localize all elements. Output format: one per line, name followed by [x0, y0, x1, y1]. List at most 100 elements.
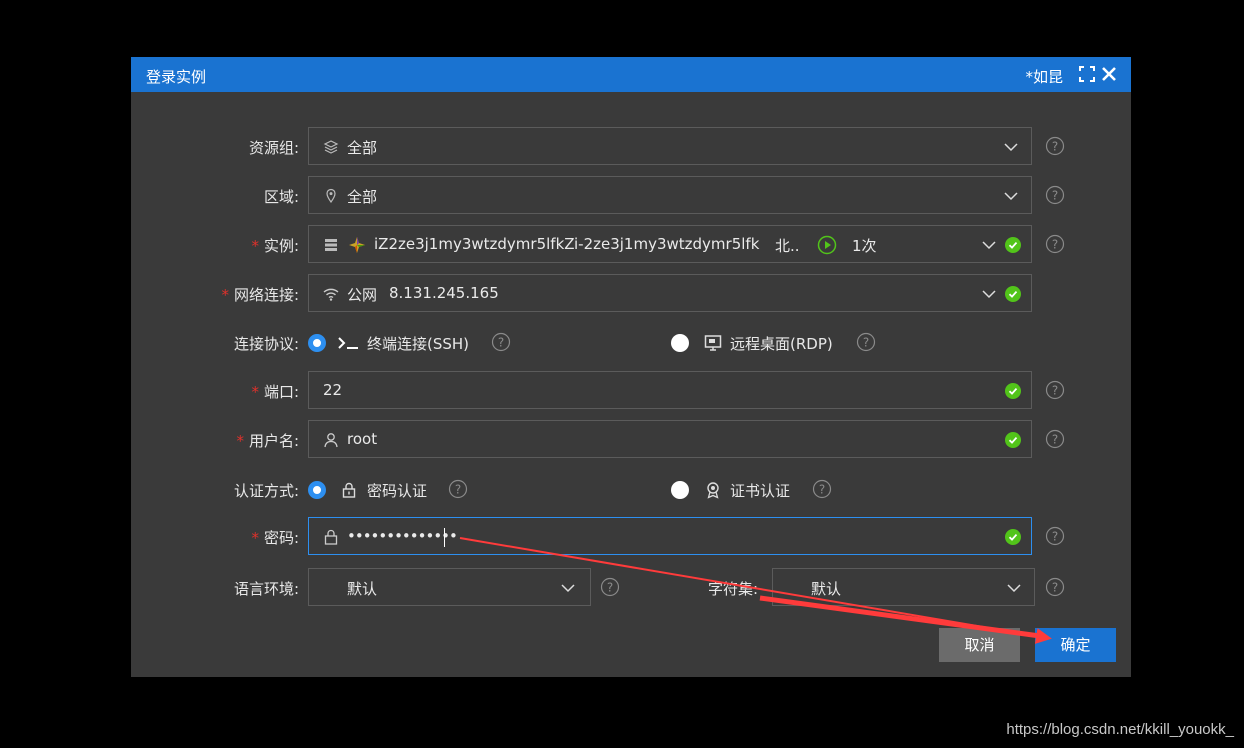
password-input[interactable]: ••••••••••••••: [308, 517, 1032, 555]
help-icon[interactable]: ?: [1045, 380, 1065, 400]
wifi-icon: [323, 288, 339, 301]
help-icon[interactable]: ?: [1045, 526, 1065, 546]
svg-text:?: ?: [1052, 238, 1058, 252]
location-pin-icon: [326, 188, 336, 204]
svg-text:?: ?: [455, 483, 461, 497]
fullscreen-icon[interactable]: [1077, 64, 1097, 84]
network-ip: 8.131.245.165: [389, 284, 499, 302]
port-value: 22: [323, 381, 343, 399]
login-instance-dialog: 登录实例 *如昆 资源组: 全部 ? 区域: 全部 ? * 实例: iZ2ze3…: [131, 57, 1131, 677]
charset-label: 字符集:: [708, 580, 759, 598]
instance-region: 北..: [775, 237, 800, 255]
required-mark: *: [251, 237, 259, 255]
dialog-title: 登录实例: [146, 68, 207, 86]
locale-label: 语言环境:: [233, 580, 299, 598]
username-input[interactable]: root: [308, 420, 1032, 458]
password-auth-radio[interactable]: [308, 481, 326, 499]
network-select[interactable]: 公网 8.131.245.165: [308, 274, 1032, 312]
certificate-auth-radio[interactable]: [671, 481, 689, 499]
login-count: 1次: [852, 237, 877, 255]
layers-icon: [323, 140, 339, 154]
lock-icon: [342, 482, 356, 498]
help-icon[interactable]: ?: [491, 332, 511, 352]
watermark: https://blog.csdn.net/kkill_youokk_: [1006, 721, 1234, 738]
chevron-down-icon[interactable]: [1003, 188, 1019, 204]
certificate-auth-label[interactable]: 证书认证: [730, 480, 790, 501]
help-icon[interactable]: ?: [1045, 577, 1065, 597]
instance-id: i-2ze3j1my3wtzdymr5lfk: [574, 235, 760, 253]
help-icon[interactable]: ?: [1045, 185, 1065, 205]
required-mark: *: [251, 529, 259, 547]
password-label: * 密码:: [251, 527, 299, 548]
cancel-button[interactable]: 取消: [939, 628, 1020, 662]
username-row: * 用户名: root ?: [131, 420, 1131, 460]
dialog-titlebar: 登录实例 *如昆: [131, 57, 1131, 92]
resource-group-label: 资源组:: [248, 139, 299, 157]
remote-desktop-icon: [704, 335, 722, 351]
help-icon[interactable]: ?: [812, 479, 832, 499]
rdp-label[interactable]: 远程桌面(RDP): [730, 333, 833, 354]
svg-text:?: ?: [498, 336, 504, 350]
protocol-row: 连接协议: 终端连接(SSH) ? 远程桌面(RDP) ?: [131, 323, 1131, 363]
chevron-down-icon[interactable]: [981, 237, 997, 253]
network-type: 公网: [347, 286, 378, 304]
certificate-icon: [707, 482, 719, 499]
check-circle-icon: [1005, 383, 1021, 399]
svg-text:?: ?: [607, 581, 613, 595]
required-mark: *: [236, 432, 244, 450]
close-icon[interactable]: [1099, 64, 1119, 84]
play-circle-icon: [817, 235, 837, 255]
svg-text:?: ?: [1052, 384, 1058, 398]
chevron-down-icon[interactable]: [981, 286, 997, 302]
network-row: * 网络连接: 公网 8.131.245.165: [131, 274, 1131, 314]
auth-label: 认证方式:: [233, 482, 299, 500]
help-icon[interactable]: ?: [1045, 234, 1065, 254]
password-auth-label[interactable]: 密码认证: [367, 480, 427, 501]
password-value: ••••••••••••••: [347, 527, 458, 545]
rdp-radio[interactable]: [671, 334, 689, 352]
network-label: * 网络连接:: [221, 284, 299, 305]
check-circle-icon: [1005, 237, 1021, 253]
auth-row: 认证方式: 密码认证 ? 证书认证 ?: [131, 470, 1131, 510]
svg-text:?: ?: [863, 336, 869, 350]
username-label: * 用户名:: [236, 430, 299, 451]
svg-text:?: ?: [1052, 530, 1058, 544]
server-icon: [325, 239, 337, 251]
chevron-down-icon[interactable]: [1006, 580, 1022, 596]
instance-label-text: 实例:: [263, 237, 299, 255]
port-label: * 端口:: [251, 381, 299, 402]
lock-icon: [324, 529, 338, 545]
chevron-down-icon[interactable]: [1003, 139, 1019, 155]
resource-group-select[interactable]: 全部: [308, 127, 1032, 165]
protocol-label: 连接协议:: [233, 335, 299, 353]
password-label-text: 密码:: [263, 529, 299, 547]
instance-select[interactable]: iZ2ze3j1my3wtzdymr5lfkZ i-2ze3j1my3wtzdy…: [308, 225, 1032, 263]
confirm-button[interactable]: 确定: [1035, 628, 1116, 662]
svg-text:?: ?: [1052, 433, 1058, 447]
region-label: 区域:: [263, 188, 299, 206]
svg-text:?: ?: [1052, 140, 1058, 154]
username-label-text: 用户名:: [248, 432, 299, 450]
locale-value: 默认: [347, 580, 378, 598]
chevron-down-icon[interactable]: [560, 580, 576, 596]
help-icon[interactable]: ?: [1045, 429, 1065, 449]
ssh-radio[interactable]: [308, 334, 326, 352]
region-value: 全部: [347, 188, 378, 206]
ssh-label[interactable]: 终端连接(SSH): [367, 333, 469, 354]
user-icon: [324, 433, 338, 448]
username-value: root: [347, 430, 378, 448]
text-cursor: [444, 528, 445, 547]
port-input[interactable]: 22: [308, 371, 1032, 409]
help-icon[interactable]: ?: [1045, 136, 1065, 156]
charset-select[interactable]: 默认: [772, 568, 1035, 606]
help-icon[interactable]: ?: [448, 479, 468, 499]
network-label-text: 网络连接:: [233, 286, 299, 304]
locale-select[interactable]: 默认: [308, 568, 591, 606]
region-select[interactable]: 全部: [308, 176, 1032, 214]
port-label-text: 端口:: [263, 383, 299, 401]
instance-name: iZ2ze3j1my3wtzdymr5lfkZ: [374, 235, 575, 253]
help-icon[interactable]: ?: [600, 577, 620, 597]
help-icon[interactable]: ?: [856, 332, 876, 352]
locale-row: 语言环境: 默认 ? 字符集: 默认 ?: [131, 568, 1131, 608]
instance-label: * 实例:: [251, 235, 299, 256]
